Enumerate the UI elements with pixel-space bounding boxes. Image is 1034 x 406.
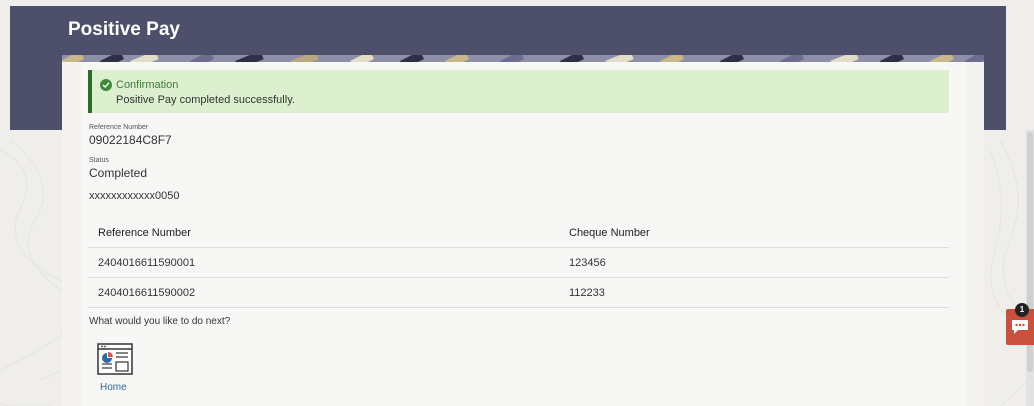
reference-number-cell: 2404016611590002 — [98, 287, 196, 299]
dashboard-icon[interactable] — [97, 343, 133, 380]
column-header-cheque-number: Cheque Number — [569, 227, 650, 239]
table-row: 2404016611590002 112233 — [88, 278, 949, 308]
notification-badge: 1 — [1015, 303, 1029, 317]
card-edge-right — [966, 62, 984, 406]
table-row: 2404016611590001 123456 — [88, 248, 949, 278]
account-number: xxxxxxxxxxxx0050 — [89, 190, 180, 202]
reference-number-value: 09022184C8F7 — [89, 133, 172, 147]
cheque-number-cell: 112233 — [569, 287, 605, 299]
status-value: Completed — [89, 166, 148, 180]
chat-icon — [1012, 320, 1028, 334]
next-steps-question: What would you like to do next? — [89, 316, 231, 327]
check-circle-icon — [100, 79, 112, 91]
card-edge-left — [62, 62, 82, 406]
cheque-number-cell: 123456 — [569, 257, 606, 269]
confirmation-banner: Confirmation Positive Pay completed succ… — [88, 70, 949, 113]
decorative-pattern-strip — [62, 52, 984, 62]
confirmation-message: Positive Pay completed successfully. — [116, 94, 295, 106]
column-header-reference-number: Reference Number — [98, 227, 191, 239]
reference-number-label: Reference Number — [89, 124, 149, 131]
page-title: Positive Pay — [68, 19, 180, 40]
table-header-row: Reference Number Cheque Number — [88, 218, 949, 248]
cheque-table: Reference Number Cheque Number 240401661… — [88, 218, 949, 308]
home-link[interactable]: Home — [100, 382, 127, 393]
confirmation-title: Confirmation — [116, 79, 179, 91]
reference-number-cell: 2404016611590001 — [98, 257, 196, 269]
status-label: Status — [89, 157, 109, 164]
